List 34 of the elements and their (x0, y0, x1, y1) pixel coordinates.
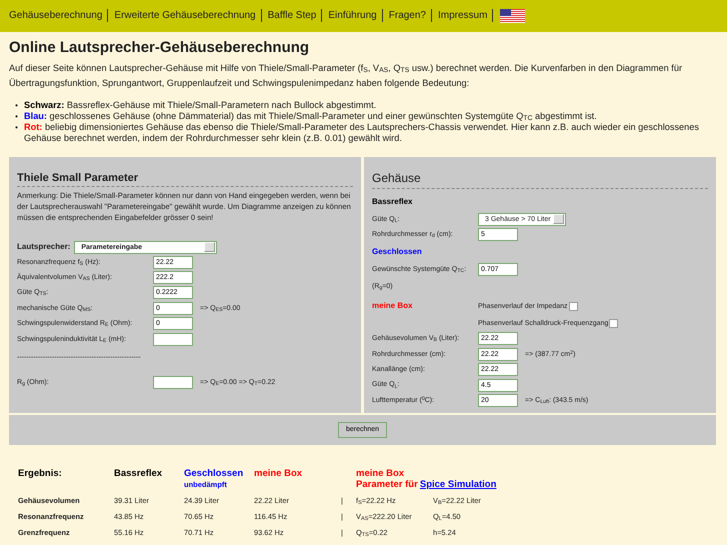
nav-link[interactable]: Gehäuseberechnung (7, 9, 108, 22)
legend-item: Schwarz: Bassreflex-Gehäuse mit Thiele/Small-Parametern nach Bullock abgestimmt. (24, 100, 376, 111)
nav-link[interactable]: Erweiterte Gehäuseberechnung (112, 9, 262, 22)
section-heading: Geschlossen (372, 246, 423, 258)
checkbox[interactable] (568, 302, 578, 311)
column-heading: Geschlossen (184, 468, 244, 479)
column-subheading: Parameter für (356, 478, 418, 490)
nav-link[interactable]: Baffle Step (266, 9, 322, 22)
column-heading: Ergebnis: (18, 468, 62, 479)
input-field[interactable] (153, 332, 193, 346)
bullet-point: • (14, 111, 19, 122)
column-heading: meine Box (356, 468, 404, 479)
dropdown-toggle-icon[interactable] (204, 242, 216, 252)
bullet-point: • (14, 122, 19, 134)
dropdown-toggle-icon[interactable] (553, 214, 564, 224)
nav-link[interactable]: Einführung (326, 9, 383, 22)
section-heading: Bassreflex (372, 196, 414, 208)
input-field[interactable] (153, 376, 193, 389)
us-flag-icon[interactable] (500, 9, 526, 23)
column-heading: Bassreflex (114, 468, 162, 479)
column-heading: meine Box (254, 468, 302, 479)
spice-link[interactable]: Spice Simulation (420, 478, 496, 490)
intro-paragraph: Auf dieser Seite können Lautsprecher-Gehäuse mit Hilfe von Thiele/Small-Parameter (f$_{S}$, V$_{AS}$, Q$_{TS}$ usw.) berechnet werden. Die Kurvenfarben in den Diagrammen für Übertragungsfunktion, Sprungantwort, Gruppenlaufzeit und Schwingspulenimpedanz haben folgende Bedeutung: (9, 62, 684, 90)
nav-link[interactable]: Impressum (436, 9, 494, 22)
section-heading: meine Box (372, 301, 414, 312)
panel-title: Gehäuse (372, 171, 708, 189)
panel-title: Thiele Small Parameter (17, 171, 353, 188)
legend-item: Rot: beliebig dimensioniertes Gehäuse das ebenso die Thiele/Small-Parameter des Lautsprechers-Chassis verwendet. Hier kann z.B. auch wieder ein geschlossenes Gehäuse berechnet werden, indem der Rohrdurchmesser sehr klein (z.B. 0.01) gewählt wird. (24, 122, 700, 144)
checkbox[interactable] (609, 318, 618, 328)
field-label: Lautsprecher: (17, 242, 70, 253)
legend-item: Blau: geschlossenes Gehäuse (ohne Dämmaterial) das mit Thiele/Small-Parameter und einer gewünschten Systemgüte Q$_{TC}$ abgestimmt ist. (24, 111, 597, 122)
page-title: Online Lautsprecher-Gehäuseberechnung (9, 39, 310, 57)
bullet-point: • (14, 100, 19, 111)
nav-link[interactable]: Fragen? (386, 9, 432, 22)
